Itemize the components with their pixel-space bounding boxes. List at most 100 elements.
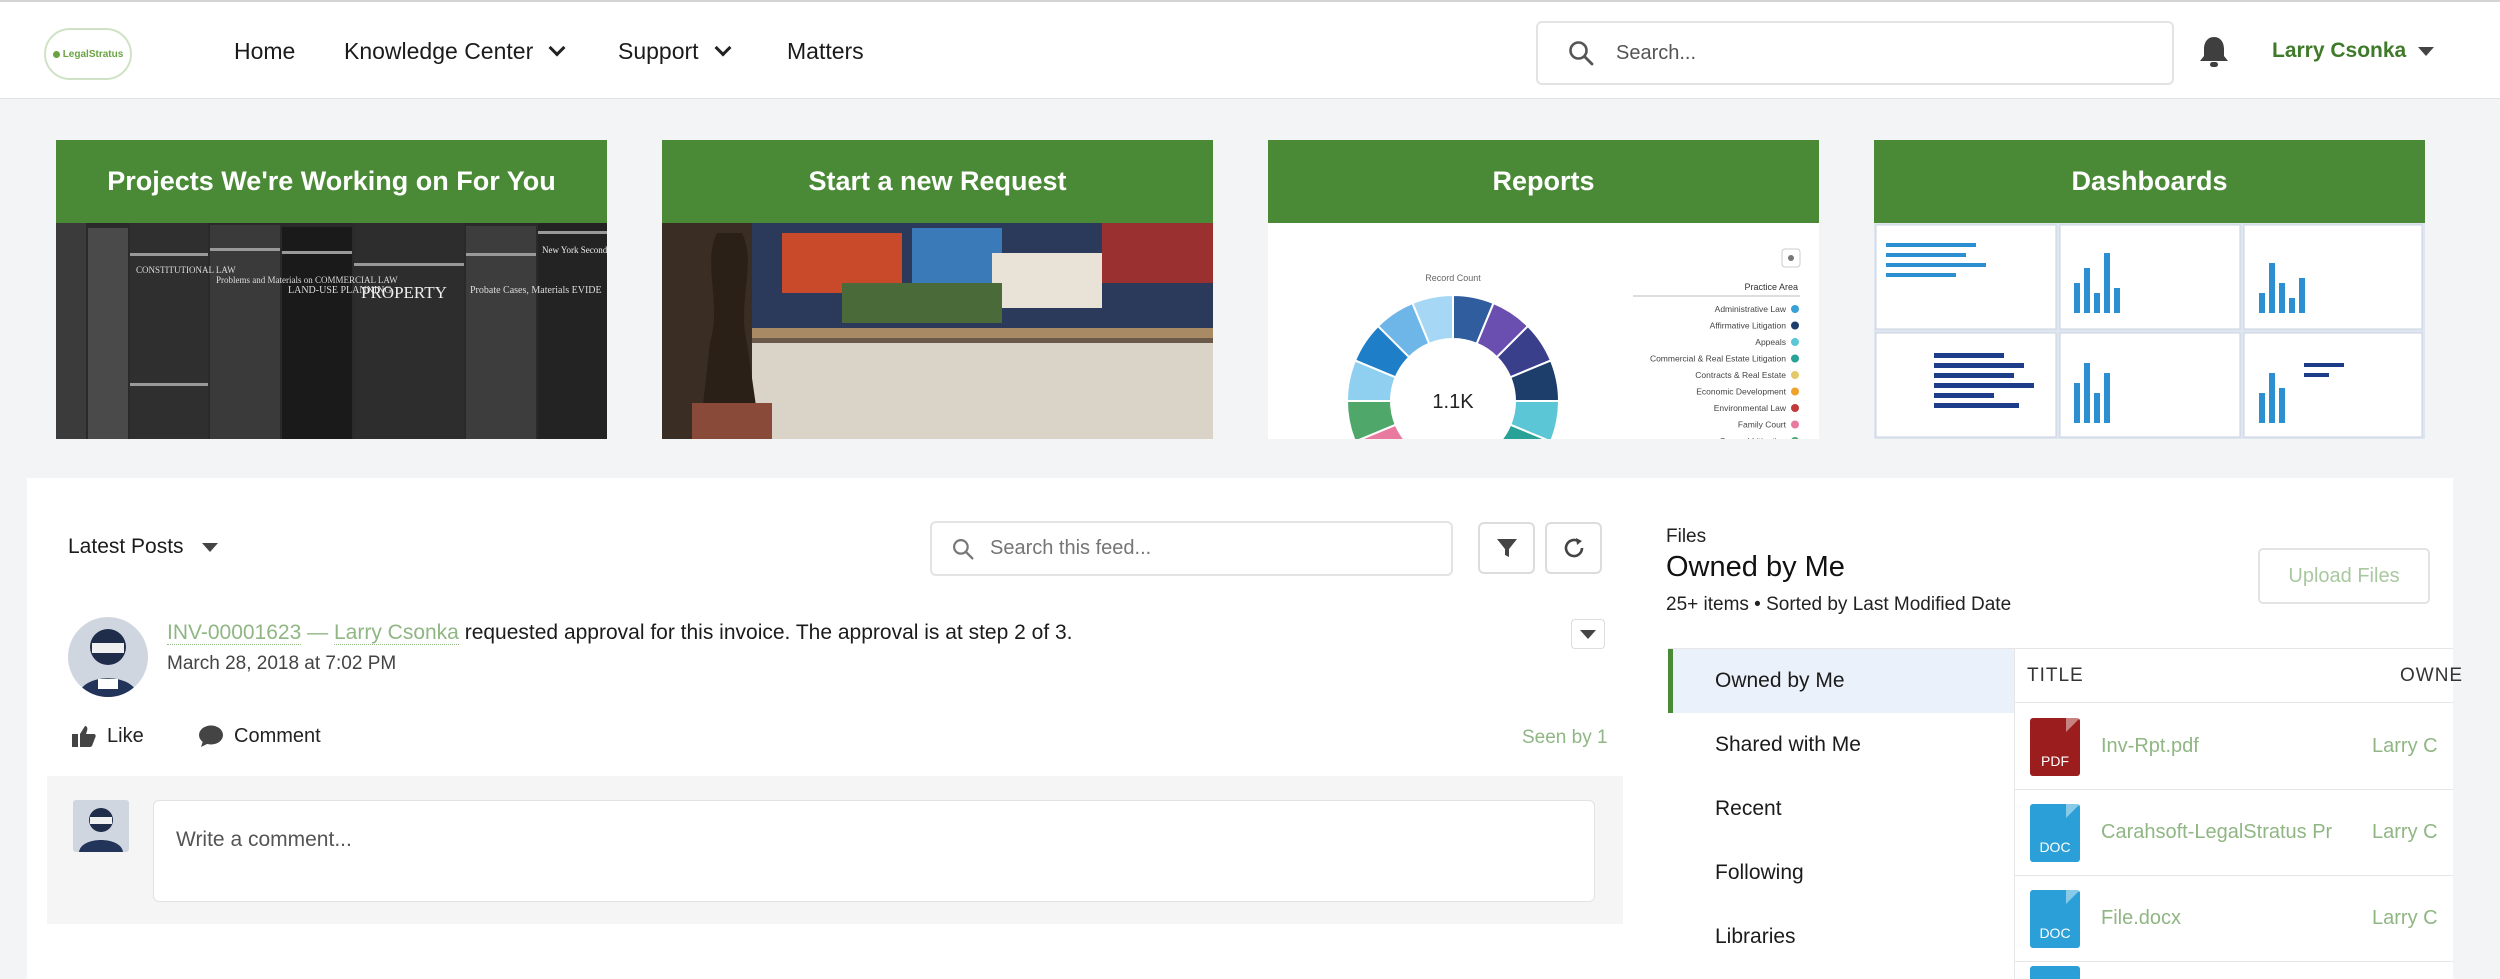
law-books-image: CONSTITUTIONAL LAW Problems and Material… [56, 223, 607, 439]
file-name[interactable]: Inv-Rpt.pdf [2101, 735, 2346, 758]
comment-button[interactable]: Comment [198, 724, 321, 748]
tile-projects[interactable]: Projects We're Working on For You CONSTI… [56, 140, 607, 439]
tile-reports[interactable]: Reports Record Count 1.1K Practice Area … [1268, 140, 1819, 439]
nav-knowledge-center[interactable]: Knowledge Center [344, 38, 566, 65]
nav-support[interactable]: Support [618, 38, 732, 65]
doc-file-icon: DOC [2030, 803, 2080, 862]
legend-swatch [1791, 387, 1799, 396]
nav-home-label: Home [234, 38, 296, 64]
logo[interactable]: LegalStratus [44, 28, 132, 80]
files-menu-shared-with-me[interactable]: Shared with Me [1668, 713, 2014, 777]
file-owner[interactable]: Larry C [2372, 907, 2438, 930]
caret-down-icon [2418, 46, 2435, 56]
legend-swatch [1791, 354, 1799, 363]
book-label: CONSTITUTIONAL LAW [136, 265, 236, 275]
comment-bubble-icon [199, 725, 223, 747]
comment-label: Comment [234, 724, 321, 747]
file-row[interactable]: DOC File.docx Larry C [2014, 876, 2453, 962]
gear-icon [1781, 248, 1801, 268]
global-search-input[interactable] [1616, 41, 2156, 65]
legend-label: Family Court [1738, 420, 1787, 430]
chevron-down-icon [548, 39, 566, 56]
chevron-down-icon [714, 39, 732, 56]
tile-new-request[interactable]: Start a new Request [662, 140, 1213, 439]
files-menu-label: Recent [1715, 797, 1782, 820]
caret-down-icon [1580, 629, 1596, 639]
like-button[interactable]: Like [71, 724, 144, 748]
legend-swatch [1791, 404, 1799, 412]
comment-input[interactable]: Write a comment... [153, 800, 1595, 902]
file-owner[interactable]: Larry C [2372, 735, 2438, 758]
global-search[interactable] [1536, 21, 2174, 85]
column-owner[interactable]: OWNE [2400, 665, 2463, 687]
post-body: INV-00001623 — Larry Csonka requested ap… [167, 621, 1073, 645]
refresh-icon [1564, 538, 1583, 558]
like-label: Like [107, 724, 144, 747]
legend-label: Environmental Law [1714, 403, 1787, 413]
office-photo-image [662, 223, 1213, 439]
files-menu-label: Owned by Me [1715, 669, 1845, 692]
files-menu-owned-by-me[interactable]: Owned by Me [1668, 649, 2014, 713]
feed-search-input[interactable] [990, 537, 1430, 560]
author-link[interactable]: Larry Csonka [333, 621, 459, 645]
thumbs-up-icon [72, 726, 96, 747]
comment-section: Write a comment... [47, 776, 1623, 924]
files-menu-label: Libraries [1715, 925, 1796, 948]
seen-by[interactable]: Seen by 1 [1522, 727, 1608, 749]
latest-posts-filter[interactable]: Latest Posts [68, 535, 218, 559]
legend-label: Administrative Law [1715, 304, 1787, 314]
nav-matters[interactable]: Matters [787, 38, 864, 65]
bell-icon[interactable] [2198, 35, 2230, 68]
files-meta: 25+ items • Sorted by Last Modified Date [1666, 594, 2012, 615]
user-name: Larry Csonka [2272, 39, 2407, 62]
legend-title: Practice Area [1744, 282, 1798, 292]
doc-file-icon [2030, 966, 2080, 979]
files-menu-recent[interactable]: Recent [1668, 777, 2014, 841]
latest-posts-label: Latest Posts [68, 535, 184, 558]
book-label: PROPERTY [361, 283, 447, 302]
book-label: New York Second Edition [542, 245, 607, 255]
chart-center-value: 1.1K [1432, 391, 1474, 413]
refresh-button[interactable] [1545, 522, 1602, 574]
book-label: Probate Cases, Materials EVIDE [470, 285, 602, 296]
file-row[interactable]: DOC Carahsoft-LegalStratus Pr Larry C [2014, 790, 2453, 876]
chart-label: Record Count [1425, 273, 1481, 283]
tile-new-request-title: Start a new Request [662, 140, 1213, 223]
tile-dashboards-title: Dashboards [1874, 140, 2425, 223]
file-owner[interactable]: Larry C [2372, 821, 2438, 844]
file-name[interactable]: File.docx [2101, 907, 2346, 930]
files-menu-label: Shared with Me [1715, 733, 1861, 756]
legend-swatch [1791, 371, 1799, 379]
feed-search[interactable] [930, 521, 1453, 576]
post-timestamp[interactable]: March 28, 2018 at 7:02 PM [167, 653, 396, 675]
nav-knowledge-center-label: Knowledge Center [344, 38, 534, 64]
legend-label: Economic Development [1696, 387, 1786, 397]
file-name[interactable]: Carahsoft-LegalStratus Pr [2101, 821, 2346, 844]
files-menu-libraries[interactable]: Libraries [1668, 905, 2014, 969]
legend-label: Appeals [1755, 337, 1786, 347]
search-icon [1569, 41, 1594, 66]
logo-text: LegalStratus [62, 48, 124, 60]
nav-home[interactable]: Home [234, 38, 295, 65]
post-actions-menu[interactable] [1571, 619, 1605, 649]
avatar[interactable] [68, 617, 148, 697]
legend-swatch [1791, 305, 1799, 313]
legend-swatch [1791, 338, 1799, 346]
logo-mark [52, 50, 60, 58]
file-row[interactable]: PDF Inv-Rpt.pdf Larry C [2014, 704, 2453, 790]
record-link[interactable]: INV-00001623 [167, 621, 302, 645]
dashboard-preview [1874, 223, 2425, 439]
files-table-header: TITLE OWNE [2014, 649, 2462, 703]
upload-files-button[interactable]: Upload Files [2258, 548, 2430, 604]
files-menu-following[interactable]: Following [1668, 841, 2014, 905]
column-title[interactable]: TITLE [2027, 665, 2084, 687]
legend-label: General Litigation [1719, 436, 1786, 439]
filter-button[interactable] [1478, 522, 1535, 574]
tile-dashboards[interactable]: Dashboards [1874, 140, 2425, 439]
tile-reports-title: Reports [1268, 140, 1819, 223]
pdf-file-icon: PDF [2030, 717, 2080, 776]
legend-swatch [1791, 420, 1799, 429]
post-separator: — [307, 621, 329, 644]
search-icon [953, 538, 974, 559]
user-menu[interactable]: Larry Csonka [2272, 39, 2435, 63]
